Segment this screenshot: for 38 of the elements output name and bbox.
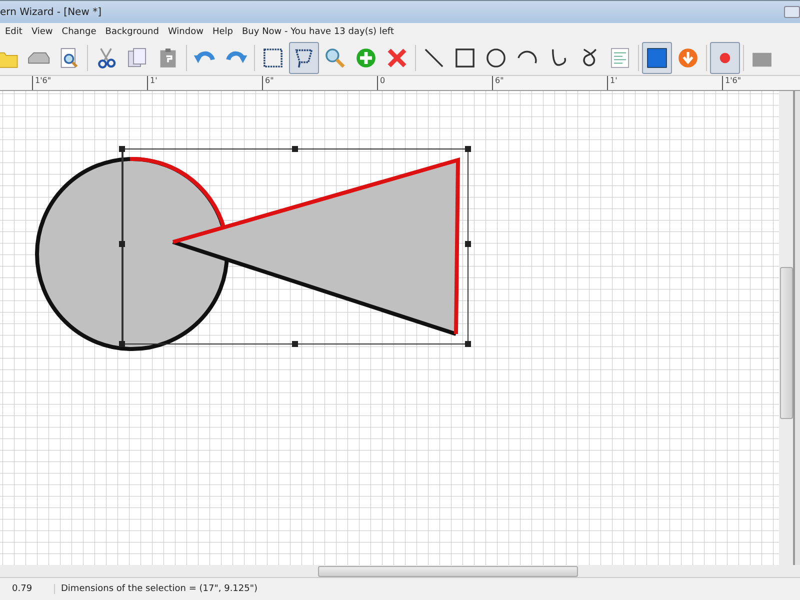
text-lines-icon [608, 46, 632, 70]
plus-circle-icon [354, 46, 378, 70]
menu-item[interactable]: Buy Now - You have 13 day(s) left [237, 27, 398, 37]
ruler-label: 6" [264, 76, 274, 85]
ruler-label: 6" [494, 76, 504, 85]
toolbar-button[interactable] [289, 42, 319, 74]
menu-item[interactable]: Window [162, 27, 208, 37]
menu-item[interactable]: Edit [0, 27, 26, 37]
menu-item[interactable]: Change [56, 27, 100, 37]
toolbar-button[interactable] [642, 42, 672, 74]
zoom-level: 0.79 [0, 584, 55, 594]
square-icon [453, 46, 477, 70]
ruler-label: 1'6" [724, 76, 742, 85]
down-arrow-circle-icon [676, 46, 700, 70]
menu-item[interactable]: View [26, 27, 57, 37]
filled-square-icon [645, 46, 669, 70]
vertical-scrollbar[interactable] [779, 91, 793, 565]
ruler-label: 1'6" [34, 76, 52, 85]
search-icon [323, 46, 347, 70]
scroll-thumb[interactable] [780, 267, 793, 419]
pages-icon [125, 46, 149, 70]
circle-shape[interactable] [35, 157, 229, 351]
scroll-thumb[interactable] [318, 566, 578, 576]
window-title: ern Wizard - [New *] [0, 6, 102, 18]
dashed-square-icon [261, 46, 285, 70]
triangle-shape[interactable] [172, 157, 460, 336]
horizontal-scrollbar[interactable] [0, 565, 800, 577]
menu-item[interactable]: Help [207, 27, 237, 37]
diagonal-line-icon [422, 46, 446, 70]
circle-icon [484, 46, 508, 70]
cross-icon [385, 46, 409, 70]
ruler-label: 0 [379, 76, 386, 85]
minimize-button[interactable] [784, 6, 800, 18]
ruler-label: 1' [609, 76, 618, 85]
selection-frame[interactable] [119, 146, 471, 347]
status-message: Dimensions of the selection = (17", 9.125") [60, 584, 258, 594]
menu-item[interactable]: Background [100, 27, 163, 37]
ruler-label: 1' [149, 76, 158, 85]
